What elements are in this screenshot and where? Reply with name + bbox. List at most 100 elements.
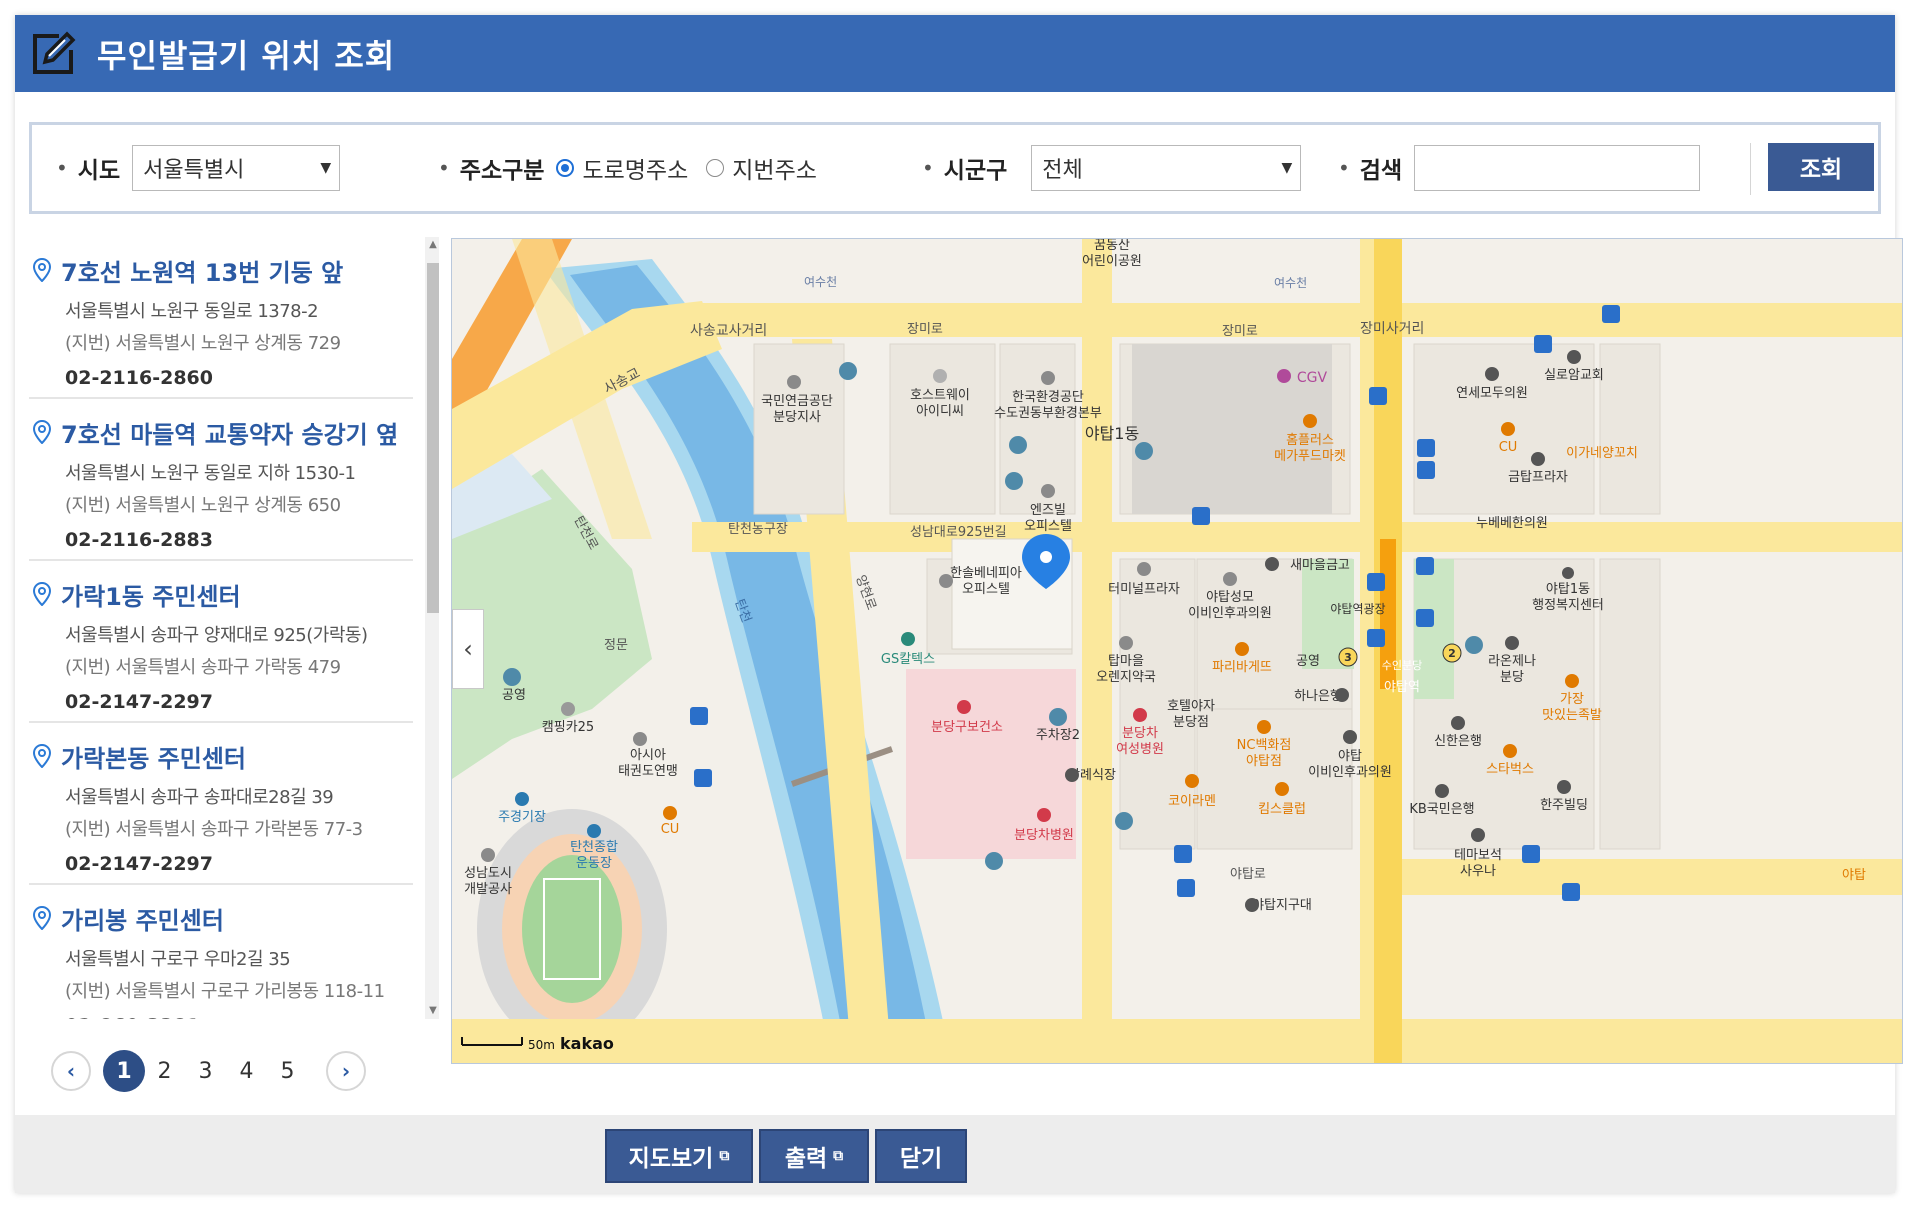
location-name-text: 가락1동 주민센터 — [61, 582, 241, 611]
scroll-thumb[interactable] — [427, 263, 439, 613]
collapse-list-button[interactable]: ‹ — [452, 609, 484, 689]
map-view-label: 지도보기 — [628, 1146, 714, 1172]
place-label: 행정복지센터 — [1532, 597, 1604, 613]
radio-road-address[interactable] — [556, 159, 575, 177]
place-label: 가장 — [1560, 692, 1584, 707]
close-button[interactable]: 닫기 — [875, 1129, 967, 1183]
parking-icon — [1009, 436, 1027, 454]
place-label: 맛있는족발 — [1542, 708, 1602, 723]
place-label: 주차장2 — [1036, 728, 1080, 743]
office-icon — [1562, 567, 1574, 579]
bus-stop-icon — [1174, 845, 1192, 863]
sido-value: 서울특별시 — [143, 158, 245, 183]
external-link-icon: ⧉ — [833, 1148, 844, 1164]
location-name[interactable]: 가락1동 주민센터 — [33, 577, 413, 611]
shop-icon — [663, 806, 677, 820]
query-button[interactable]: 조회 — [1768, 143, 1874, 191]
page-number[interactable]: 3 — [185, 1059, 226, 1084]
parking-icon — [1115, 812, 1133, 830]
place-label: 사우나 — [1460, 864, 1496, 879]
stadium-icon — [587, 824, 601, 838]
next-page-button[interactable]: › — [326, 1051, 366, 1091]
button-bar: 지도보기 ⧉ 출력 ⧉ 닫기 — [15, 1115, 1895, 1193]
map-view[interactable]: 여수천 여수천 장미로 장미로 사송교사거리 장미사거리 사송교 성남대로925… — [451, 238, 1903, 1064]
road-label: 장미로 — [1222, 324, 1258, 339]
shop-icon — [1275, 782, 1289, 796]
map-pin-icon — [33, 420, 51, 444]
place-label: 금탑프라자 — [1508, 470, 1568, 485]
location-name[interactable]: 7호선 마들역 교통약자 승강기 옆 — [33, 415, 413, 449]
location-name[interactable]: 가락본동 주민센터 — [33, 739, 413, 773]
list-item[interactable]: 7호선 마들역 교통약자 승강기 옆 서울특별시 노원구 동일로 지하 1530-… — [29, 399, 413, 561]
place-label: CU — [661, 822, 680, 837]
page-number[interactable]: 1 — [103, 1050, 145, 1092]
place-label: CGV — [1297, 370, 1328, 386]
location-name[interactable]: 7호선 노원역 13번 기둥 앞 — [33, 253, 413, 287]
result-list: 7호선 노원역 13번 기둥 앞서울특별시 노원구 동일로 1378-2 (지번)… — [29, 237, 439, 1019]
page-title: 무인발급기 위치 조회 — [97, 36, 396, 75]
radio-jibun-label[interactable]: 지번주소 — [732, 151, 817, 185]
list-item[interactable]: 가리봉 주민센터 서울특별시 구로구 우마2길 35 (지번) 서울특별시 구로구 … — [29, 885, 413, 1019]
place-label: 태권도연맹 — [618, 764, 678, 779]
hospital-icon — [957, 700, 971, 714]
phone-number: 02-2116-2860 — [65, 367, 213, 389]
place-label: 야탑지구대 — [1252, 898, 1312, 913]
building-icon — [1471, 828, 1485, 842]
result-list-items: 7호선 노원역 13번 기둥 앞서울특별시 노원구 동일로 1378-2 (지번)… — [29, 237, 413, 1019]
shop-icon — [1303, 414, 1317, 428]
list-scrollbar[interactable]: ▲ ▼ — [425, 237, 439, 1019]
place-label: 캠핑카25 — [542, 720, 594, 735]
building-icon — [561, 702, 575, 716]
bus-stop-icon — [1602, 305, 1620, 323]
divider — [1750, 143, 1751, 195]
scroll-down-icon[interactable]: ▼ — [425, 1003, 439, 1019]
hospital-icon — [1343, 730, 1357, 744]
place-label: NC백화점 — [1237, 738, 1292, 753]
place-label: CU — [1499, 440, 1518, 455]
map-view-button[interactable]: 지도보기 ⧉ — [605, 1129, 753, 1183]
place-label: 한솔베네피아 — [950, 566, 1022, 581]
cafe-icon — [1503, 744, 1517, 758]
road-label: 여수천 — [804, 274, 837, 289]
place-label: 한주빌딩 — [1540, 798, 1588, 813]
list-item[interactable]: 가락본동 주민센터 서울특별시 송파구 송파대로28길 39 (지번) 서울특별시 … — [29, 723, 413, 885]
addr-type-field: • 주소구분 도로명주소 지번주소 — [438, 125, 835, 211]
bus-stop-icon — [1534, 335, 1552, 353]
road-label: 탄천농구장 — [728, 522, 788, 537]
place-label: 운동장 — [576, 856, 612, 871]
page-number[interactable]: 4 — [226, 1059, 267, 1084]
bus-stop-icon — [1177, 879, 1195, 897]
radio-jibun-address[interactable] — [706, 159, 725, 177]
road-label: 장미사거리 — [1360, 321, 1424, 337]
prev-page-button[interactable]: ‹ — [51, 1051, 91, 1091]
bank-icon — [1451, 716, 1465, 730]
building-icon — [1505, 636, 1519, 650]
radio-road-label[interactable]: 도로명주소 — [582, 151, 688, 185]
place-label: 성남도시 — [464, 866, 512, 881]
bank-icon — [1265, 557, 1279, 571]
parking-icon — [503, 668, 521, 686]
list-item[interactable]: 7호선 노원역 13번 기둥 앞 서울특별시 노원구 동일로 1378-2 (지번)… — [29, 237, 413, 399]
road-address: 서울특별시 노원구 동일로 1378-2 — [65, 301, 319, 322]
keyword-field: • 검색 — [1338, 125, 1701, 211]
jibun-address: (지번) 서울특별시 송파구 가락본동 77-3 — [65, 819, 363, 840]
sido-select[interactable]: 서울특별시 ▼ — [132, 145, 341, 191]
scroll-up-icon[interactable]: ▲ — [425, 237, 439, 253]
search-input[interactable] — [1414, 145, 1701, 191]
location-name[interactable]: 가리봉 주민센터 — [33, 901, 413, 935]
list-item[interactable]: 가락1동 주민센터 서울특별시 송파구 양재대로 925(가락동) (지번) 서울특… — [29, 561, 413, 723]
print-button[interactable]: 출력 ⧉ — [759, 1129, 869, 1183]
food-icon — [1565, 674, 1579, 688]
place-label: 아시아 — [630, 748, 666, 763]
map-canvas[interactable]: 여수천 여수천 장미로 장미로 사송교사거리 장미사거리 사송교 성남대로925… — [452, 239, 1903, 1064]
parking-icon — [1135, 442, 1153, 460]
popup-window: 무인발급기 위치 조회 • 시도 서울특별시 ▼ • 주소구분 도로명주소 지번… — [15, 15, 1903, 1193]
page-number[interactable]: 2 — [144, 1059, 185, 1084]
sigungu-select[interactable]: 전체 ▼ — [1031, 145, 1302, 191]
parking-icon — [1005, 472, 1023, 490]
road-address: 서울특별시 송파구 양재대로 925(가락동) — [65, 625, 368, 646]
page-number[interactable]: 5 — [267, 1059, 308, 1084]
bus-stop-icon — [690, 707, 708, 725]
place-label: 분당 — [1500, 670, 1524, 685]
place-label: 꿈동산 — [1094, 239, 1130, 253]
